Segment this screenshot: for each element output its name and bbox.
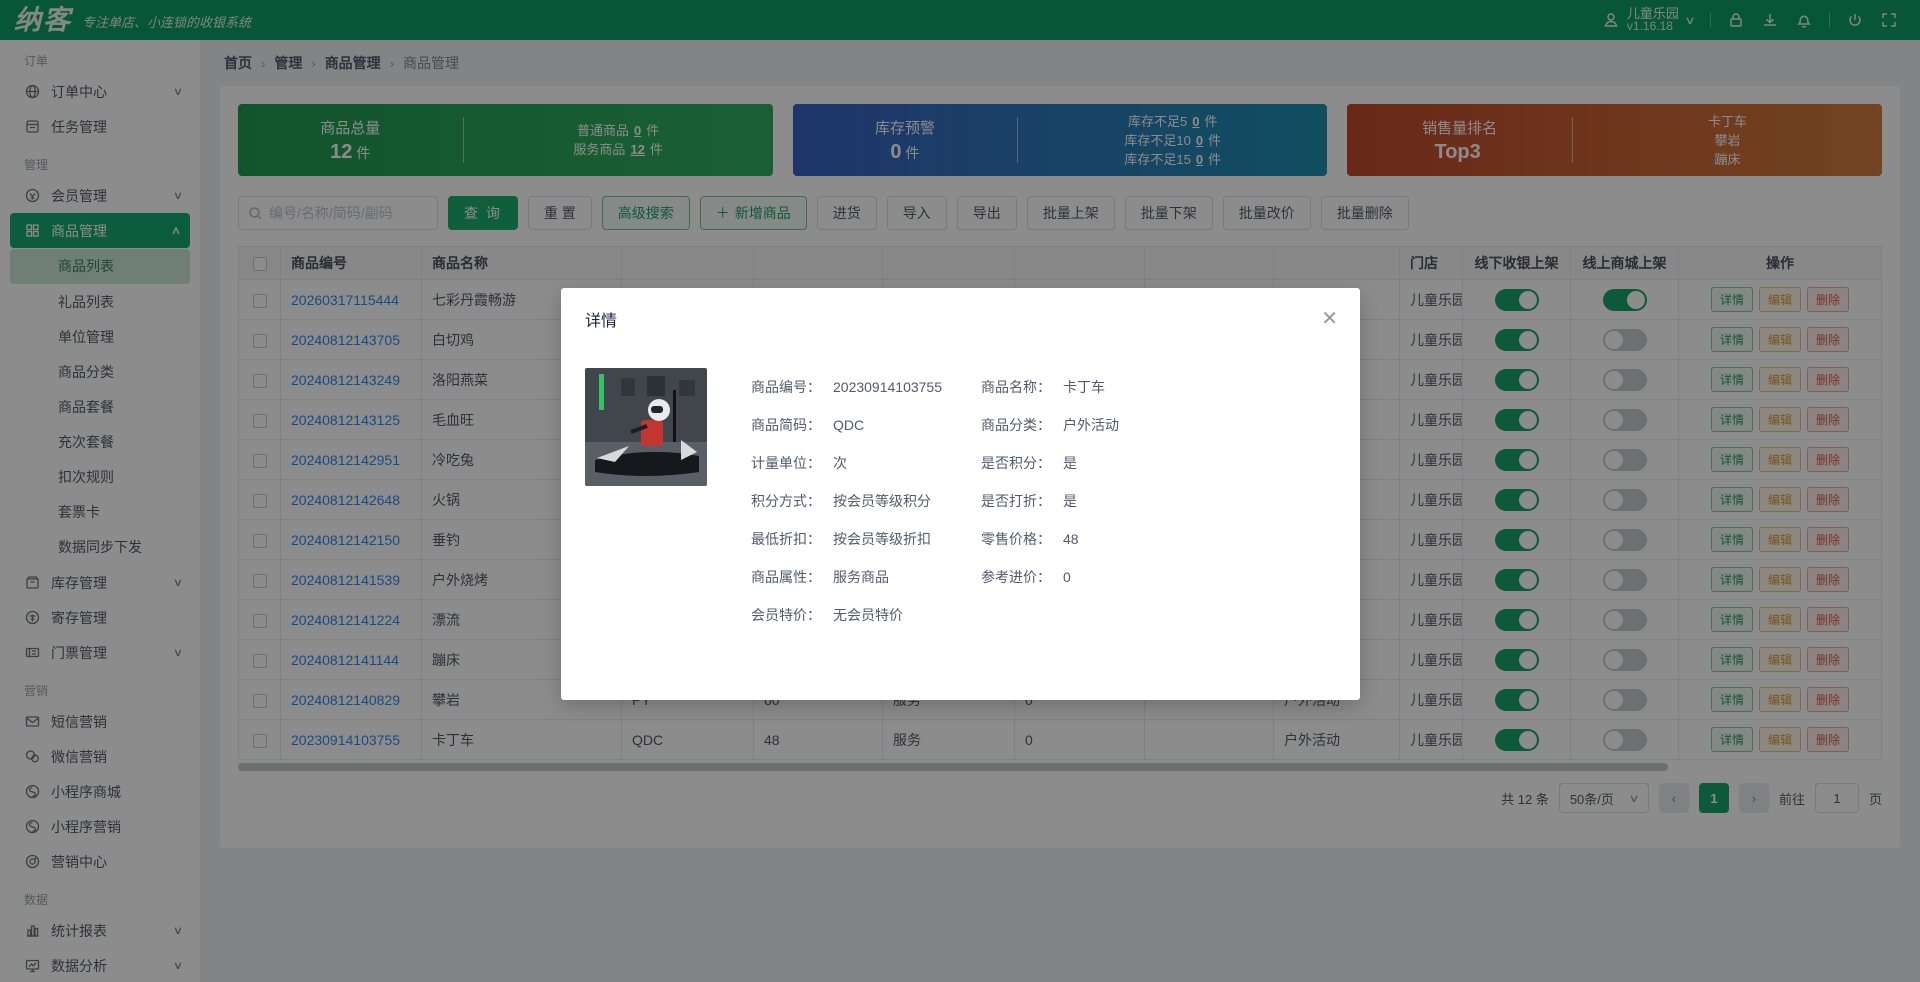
close-icon[interactable]: ✕	[1321, 311, 1338, 327]
modal-field: 是否打折： 是	[981, 482, 1119, 520]
modal-field: 是否积分： 是	[981, 444, 1119, 482]
modal-field: 积分方式： 按会员等级积分	[751, 482, 981, 520]
modal-field: 商品属性： 服务商品	[751, 558, 981, 596]
modal-field: 最低折扣： 按会员等级折扣	[751, 520, 981, 558]
product-image	[585, 368, 707, 486]
modal-field: 会员特价： 无会员特价	[751, 596, 981, 634]
modal-field: 商品名称： 卡丁车	[981, 368, 1119, 406]
detail-modal: 详情 ✕ 商品编号： 2023091	[561, 288, 1360, 700]
modal-field: 零售价格： 48	[981, 520, 1119, 558]
modal-field: 商品分类： 户外活动	[981, 406, 1119, 444]
modal-field: 商品简码： QDC	[751, 406, 981, 444]
modal-field: 参考进价： 0	[981, 558, 1119, 596]
modal-title: 详情	[585, 307, 617, 331]
modal-field: 计量单位： 次	[751, 444, 981, 482]
modal-field: 商品编号： 20230914103755	[751, 368, 981, 406]
